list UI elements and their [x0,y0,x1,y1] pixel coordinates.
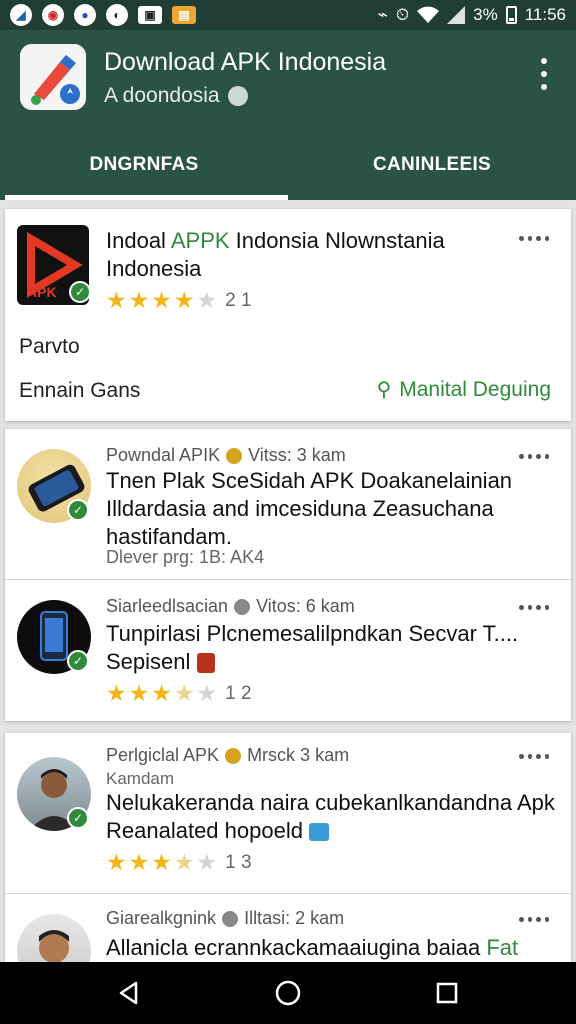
post-meta: Giarealkgnink Illtasi: 2 kam [106,908,344,929]
list-item[interactable]: ✓ Perlgiclal APK Mrsck 3 kam Kamdam Nelu… [5,733,571,890]
featured-rating: ★ ★ ★ ★ ★ 2 1 [106,287,252,313]
post-footer: Dlever prg: 1B: AK4 [106,547,265,567]
app-c-icon: ● [74,4,96,26]
featured-action[interactable]: ⚲ Manital Deguing [377,377,551,402]
featured-title[interactable]: Indoal APPK Indonsia Nlownstania Indones… [106,227,506,283]
post-title[interactable]: Tunpirlasi Plcnemesalilpndkan Secvar T..… [106,620,556,676]
post-more-icon[interactable] [519,600,549,614]
verified-badge-icon: ✓ [67,807,89,829]
app-logo-icon [20,44,86,110]
post-rating-count: 1 3 [225,852,252,873]
tab-categories[interactable]: CANINLEEIS [288,130,576,200]
settings-icon[interactable] [227,86,248,106]
views-icon [226,447,243,464]
featured-rating-count: 2 1 [225,290,252,311]
verified-badge-icon: ✓ [67,650,89,672]
app-d-icon: ◐ [106,4,128,26]
post-rating: ★ ★ ★ ★ ★ 1 2 [106,680,252,706]
post-author: Siarleedlsacian [106,596,229,616]
post-more-icon[interactable] [519,749,549,763]
verified-badge-icon: ✓ [67,499,89,521]
status-bar: ◢ ◉ ● ◐ ▣ ▤ ⌁ ⏲ 3% 11:56 [0,0,576,30]
system-indicators: ⌁ ⏲ 3% 11:56 [378,5,566,25]
app-title: Download APK Indonesia [104,48,387,76]
share-icon [309,823,330,842]
app-bar: Download APK Indonesia A doondosia DNGRN… [0,30,576,200]
post-rating-count: 1 2 [225,683,252,704]
post-author: Giarealkgnink [106,908,217,928]
post-group-card: ✓ Powndal APIK Vitss: 3 kam Tnen Plak Sc… [5,429,571,721]
home-icon[interactable] [268,973,308,1013]
post-title[interactable]: Tnen Plak SceSidah APK Doakanelainian Il… [106,467,556,551]
views-icon [225,747,242,764]
back-icon[interactable] [109,973,149,1013]
app-e-icon: ▣ [138,6,162,24]
link-icon: ⚲ [376,379,392,401]
app-b-icon: ◉ [42,4,64,26]
svg-text:APK: APK [27,284,57,300]
post-views: Vitss: 3 kam [248,445,346,465]
featured-app-icon: APK ✓ [17,225,91,305]
post-views: Illtasi: 2 kam [244,908,345,928]
post-author: Perlgiclal APK [106,745,220,765]
views-icon [234,598,251,615]
wifi-icon [417,6,440,23]
verified-badge-icon: ✓ [69,281,91,303]
tab-downloads[interactable]: DNGRNFAS [0,130,288,200]
recents-icon[interactable] [427,973,467,1013]
app-f-icon: ▤ [172,6,196,24]
featured-card[interactable]: APK ✓ Indoal APPK Indonsia Nlownstania I… [5,209,571,421]
app-subtitle: A doondosia [104,84,248,108]
post-title[interactable]: Nelukakeranda naira cubekanlkandandna Ap… [106,789,556,845]
post-title[interactable]: Allanicla ecrannkackamaaiugina baiaa Fat [106,934,561,962]
app-subtitle-text: A doondosia [104,84,220,107]
clock: 11:56 [524,5,566,24]
post-rating: ★ ★ ★ ★ ★ 1 3 [106,849,252,875]
gift-icon [196,653,215,674]
list-item[interactable]: ✓ Siarleedlsacian Vitos: 6 kam Tunpirlas… [5,580,571,721]
list-item[interactable]: ✓ Powndal APIK Vitss: 3 kam Tnen Plak Sc… [5,429,571,579]
featured-action-label: Manital Deguing [399,377,551,401]
more-vert-icon[interactable] [534,54,554,94]
signal-icon [447,6,466,24]
navigation-bar [0,962,576,1024]
vibrate-icon: ⌁ [377,5,388,24]
post-meta: Powndal APIK Vitss: 3 kam [106,445,346,466]
post-views: Mrsck 3 kam [247,745,350,765]
post-group-card: ✓ Perlgiclal APK Mrsck 3 kam Kamdam Nelu… [5,733,571,973]
featured-footer-left: Ennain Gans [19,379,141,402]
post-meta: Perlgiclal APK Mrsck 3 kam [106,745,349,766]
app-a-icon: ◢ [10,4,32,26]
post-author-sub: Kamdam [106,769,175,788]
alarm-icon: ⏲ [395,5,410,24]
post-more-icon[interactable] [519,449,549,463]
post-views: Vitos: 6 kam [256,596,355,616]
tab-bar: DNGRNFAS CANINLEEIS [0,130,576,200]
views-icon [222,910,239,927]
notification-icons: ◢ ◉ ● ◐ ▣ ▤ [10,4,196,26]
post-meta: Siarleedlsacian Vitos: 6 kam [106,596,355,617]
post-more-icon[interactable] [519,912,549,926]
featured-more-icon[interactable] [519,231,549,245]
battery-percent: 3% [473,5,498,24]
post-author: Powndal APIK [106,445,221,465]
featured-label: Parvto [19,335,80,358]
battery-icon [505,6,517,24]
